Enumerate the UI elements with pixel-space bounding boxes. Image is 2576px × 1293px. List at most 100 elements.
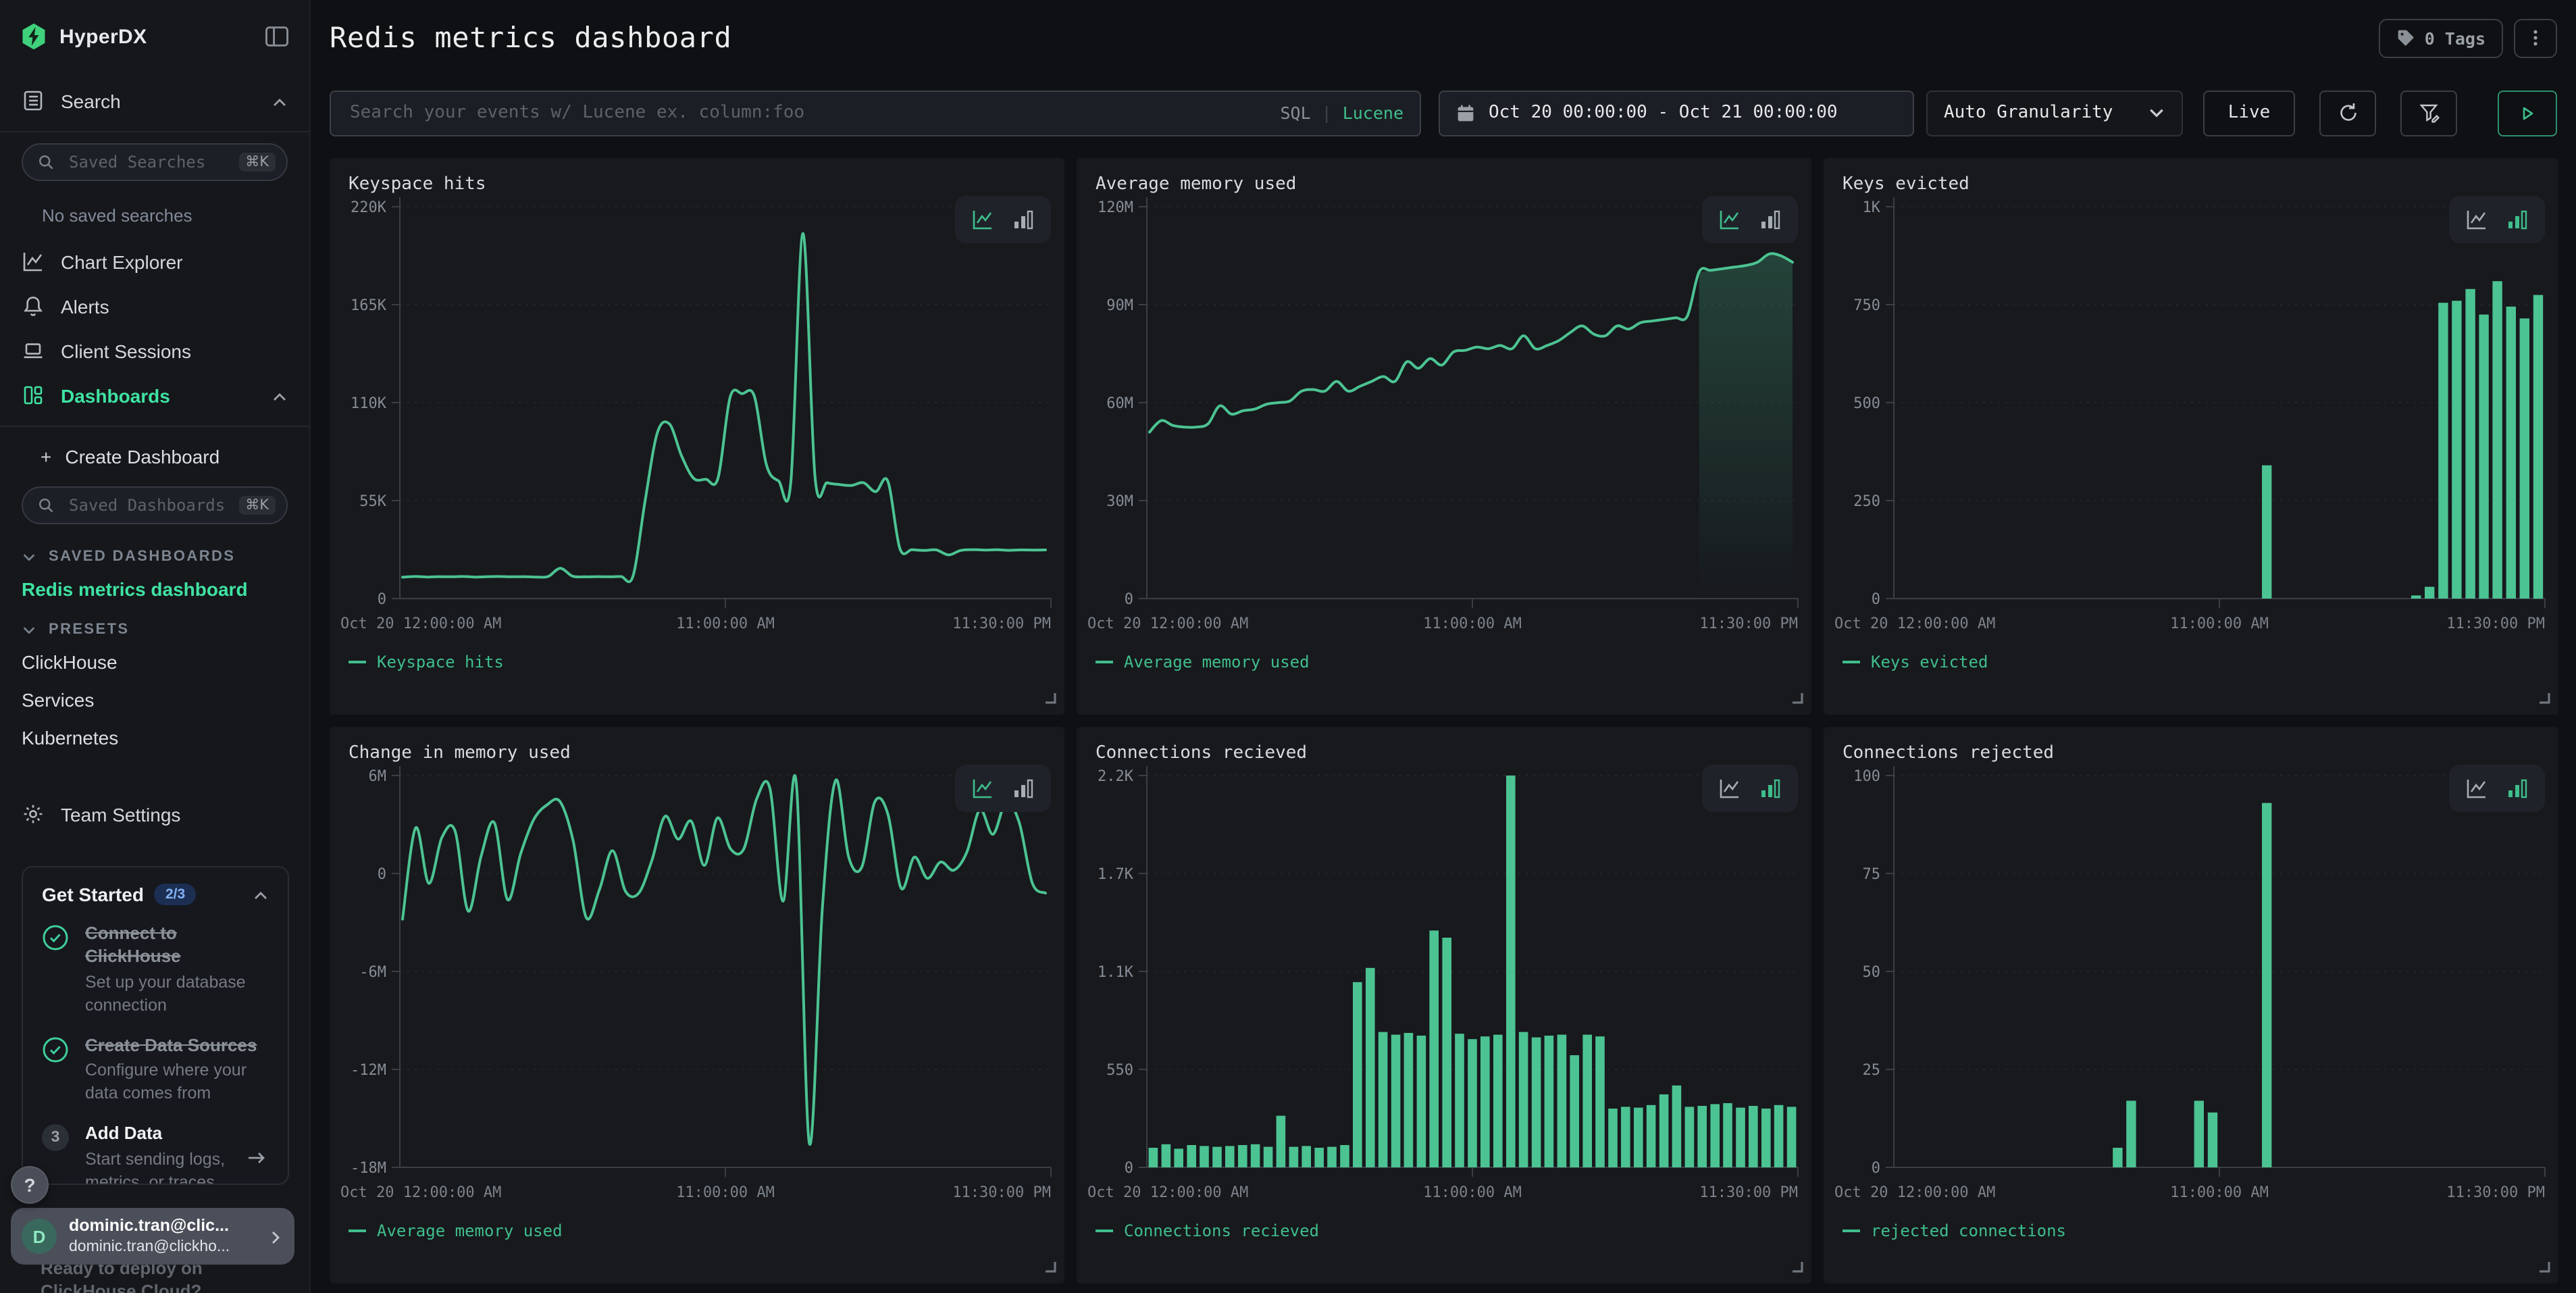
svg-text:30M: 30M [1106,493,1133,510]
saved-dashboard-redis[interactable]: Redis metrics dashboard [0,570,309,608]
step-description: Start sending logs, metrics, or traces [85,1148,244,1185]
help-button[interactable]: ? [11,1166,49,1204]
collapse-sidebar-icon[interactable] [263,23,290,50]
user-name: dominic.tran@clic... [69,1216,267,1237]
get-started-step-sources[interactable]: Create Data Sources Configure where your… [42,1034,269,1105]
line-chart-icon[interactable] [2465,777,2488,800]
legend-swatch [1096,1229,1113,1232]
line-chart-icon[interactable] [971,208,994,231]
line-chart-icon[interactable] [1718,208,1741,231]
gear-icon [22,803,45,826]
svg-text:1K: 1K [1863,199,1881,216]
sidebar-item-label: Team Settings [61,803,288,825]
line-chart-icon[interactable] [2465,208,2488,231]
get-started-step-add-data[interactable]: 3 Add Data Start sending logs, metrics, … [42,1123,269,1185]
svg-text:-12M: -12M [351,1062,386,1079]
chart-legend[interactable]: rejected connections [1824,1221,2558,1240]
legend-label: Keyspace hits [377,653,504,671]
user-menu[interactable]: D dominic.tran@clic... dominic.tran@clic… [11,1208,294,1265]
legend-swatch [1843,661,1860,663]
divider [0,131,309,132]
preset-services[interactable]: Services [0,681,309,719]
sidebar-item-alerts[interactable]: Alerts [0,284,309,328]
chart-plot: 1007550250 [1824,762,2558,1184]
bar-chart-icon[interactable] [2506,777,2529,800]
granularity-select[interactable]: Auto Granularity [1926,90,2183,136]
saved-dashboards-field[interactable] [66,495,238,516]
more-options-button[interactable] [2514,18,2557,57]
brand-name: HyperDX [59,25,263,48]
sidebar-item-label: Dashboards [61,384,272,406]
section-label: PRESETS [49,622,130,638]
saved-searches-field[interactable] [66,151,238,173]
step-description: Set up your database connection [85,971,269,1017]
resize-handle-icon[interactable] [1044,1255,1056,1277]
event-search-box[interactable]: SQL | Lucene [330,90,1421,136]
chart-legend[interactable]: Keys evicted [1824,653,2558,671]
sidebar-item-search[interactable]: Search [0,78,309,123]
x-label: 11:00:00 AM [1423,615,1522,632]
x-label: 11:30:00 PM [952,1184,1051,1201]
chart-legend[interactable]: Connections recieved [1077,1221,1811,1240]
bar-chart-icon[interactable] [2506,208,2529,231]
svg-text:0: 0 [1872,591,1880,608]
sql-option[interactable]: SQL [1280,103,1310,123]
x-axis-labels: Oct 20 12:00:00 AM 11:00:00 AM 11:30:00 … [1077,1184,1811,1205]
run-query-button[interactable] [2498,90,2557,136]
sidebar-item-dashboards[interactable]: Dashboards [0,373,309,417]
query-language-toggle[interactable]: SQL | Lucene [1280,103,1403,123]
resize-handle-icon[interactable] [1044,686,1056,708]
sidebar-item-chart-explorer[interactable]: Chart Explorer [0,239,309,284]
saved-searches-input[interactable]: ⌘K [22,143,288,181]
lucene-option[interactable]: Lucene [1343,103,1403,123]
sidebar-item-label: Alerts [61,295,288,317]
refresh-button[interactable] [2319,90,2376,136]
line-chart-icon[interactable] [1718,777,1741,800]
svg-text:0: 0 [1872,1160,1880,1177]
saved-dashboards-input[interactable]: ⌘K [22,486,288,524]
chart-legend[interactable]: Keyspace hits [330,653,1064,671]
preset-kubernetes[interactable]: Kubernetes [0,719,309,757]
event-search-input[interactable] [347,101,1280,124]
get-started-step-connect[interactable]: Connect to ClickHouse Set up your databa… [42,923,269,1017]
plus-icon: + [41,446,51,467]
create-dashboard-button[interactable]: + Create Dashboard [0,435,309,476]
logo-row: HyperDX [0,0,309,54]
section-presets[interactable]: PRESETS [0,608,309,643]
bar-chart-icon[interactable] [1759,208,1782,231]
svg-text:165K: 165K [351,297,387,314]
section-saved-dashboards[interactable]: SAVED DASHBOARDS [0,535,309,570]
line-chart-icon[interactable] [971,777,994,800]
panel-keys-evicted: Keys evicted 1K7505002500 Oct 20 12:00:0… [1824,158,2558,715]
svg-text:100: 100 [1853,768,1880,785]
chart-legend[interactable]: Average memory used [1077,653,1811,671]
bar-chart-icon[interactable] [1759,777,1782,800]
preset-clickhouse[interactable]: ClickHouse [0,643,309,681]
sidebar-item-label: Search [61,90,272,111]
sidebar-item-team-settings[interactable]: Team Settings [0,792,309,836]
legend-label: Average memory used [1124,653,1310,671]
resize-handle-icon[interactable] [2538,686,2550,708]
bar-chart-icon[interactable] [1012,208,1035,231]
progress-badge: 2/3 [155,884,196,905]
resize-handle-icon[interactable] [2538,1255,2550,1277]
sidebar-item-client-sessions[interactable]: Client Sessions [0,328,309,373]
x-label: 11:30:00 PM [1699,615,1798,632]
legend-swatch [349,1229,366,1232]
svg-text:-6M: -6M [359,964,386,981]
date-range-picker[interactable]: Oct 20 00:00:00 - Oct 21 00:00:00 [1439,90,1914,136]
x-axis-labels: Oct 20 12:00:00 AM 11:00:00 AM 11:30:00 … [1824,615,2558,636]
resize-handle-icon[interactable] [1791,1255,1803,1277]
tags-button[interactable]: 0 Tags [2379,18,2503,57]
live-button[interactable]: Live [2203,90,2295,136]
svg-text:2.2K: 2.2K [1098,768,1134,785]
resize-handle-icon[interactable] [1791,686,1803,708]
main-content: Redis metrics dashboard 0 Tags SQL | Luc… [311,0,2576,1293]
filter-button[interactable] [2400,90,2457,136]
svg-text:1.7K: 1.7K [1098,866,1134,883]
chevron-down-icon [22,622,36,637]
get-started-header[interactable]: Get Started 2/3 [42,884,269,905]
chart-area: 120M90M60M30M0 [1077,193,1811,615]
chart-legend[interactable]: Average memory used [330,1221,1064,1240]
bar-chart-icon[interactable] [1012,777,1035,800]
